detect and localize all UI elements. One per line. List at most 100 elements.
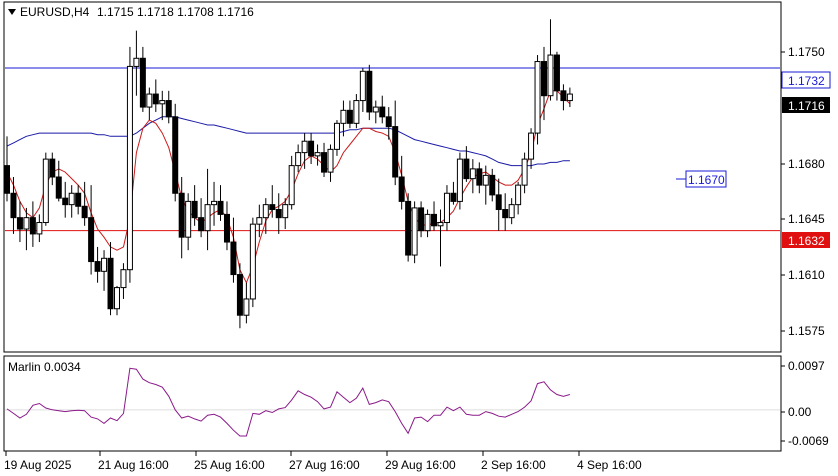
candle-body [379, 106, 386, 118]
candle-body [113, 287, 120, 310]
candle-body [463, 158, 470, 180]
candle-body [262, 204, 269, 219]
indicator-tick: -0.0069 [788, 434, 829, 448]
current-price-label: 1.1716 [788, 99, 825, 113]
blue-level-label: 1.1732 [788, 74, 825, 88]
chart-svg[interactable]: EURUSD,H4 1.1715 1.1718 1.1708 1.1716 Ma… [0, 0, 838, 476]
candle-body [243, 298, 250, 316]
candle-body [191, 200, 198, 219]
ohlc-values: 1.1715 1.1718 1.1708 1.1716 [97, 5, 254, 19]
candle-body [566, 93, 573, 102]
time-tick: 21 Aug 16:00 [98, 458, 169, 472]
candle-body [133, 57, 140, 67]
candle-body [482, 174, 489, 186]
candle-body [541, 61, 548, 97]
time-tick: 2 Sep 16:00 [481, 458, 546, 472]
candle-body [16, 217, 23, 230]
time-tick: 19 Aug 2025 [4, 458, 72, 472]
candle-body [36, 222, 43, 235]
candle-body [372, 106, 379, 113]
marlin-label: Marlin 0.0034 [8, 360, 81, 374]
candle-body [366, 70, 373, 113]
candle-body [301, 140, 308, 154]
candle-body [534, 61, 541, 134]
candle-body [198, 217, 205, 232]
candle-body [230, 241, 237, 276]
candle-body [405, 200, 412, 256]
candle-body [62, 197, 69, 206]
candle-body [528, 132, 535, 160]
candle-body [359, 70, 366, 102]
candle-body [126, 65, 133, 271]
candle-body [107, 257, 114, 310]
candle-body [431, 213, 438, 227]
time-axis: 19 Aug 2025 21 Aug 16:00 25 Aug 16:00 27… [4, 451, 642, 472]
candle-body [476, 168, 483, 186]
candle-body [469, 168, 476, 180]
candle-body [411, 207, 418, 256]
indicator-tick: 0.0097 [788, 359, 825, 373]
candle-body [450, 192, 457, 202]
candle-body [495, 194, 502, 211]
candle-body [49, 158, 56, 178]
candle-body [521, 158, 528, 186]
candle-body [88, 217, 95, 263]
time-tick: 29 Aug 16:00 [385, 458, 456, 472]
symbol-label: EURUSD,H4 [20, 5, 90, 19]
candle-body [327, 148, 334, 173]
candle-body [295, 152, 302, 167]
candle-body [10, 192, 17, 219]
candle-body [418, 207, 425, 232]
candle-body [437, 222, 444, 227]
indicator-axis: 0.0097 0.00 -0.0069 [781, 359, 829, 448]
candle-body [55, 176, 62, 199]
candle-body [282, 204, 289, 219]
red-level-label: 1.1632 [788, 234, 825, 248]
candle-body [398, 176, 405, 202]
candle-body [159, 100, 166, 105]
candle-body [178, 192, 185, 238]
indicator-tick: 0.00 [788, 405, 812, 419]
candle-body [211, 200, 218, 206]
candle-body [223, 213, 230, 243]
candle-body [165, 100, 172, 118]
candle-body [275, 209, 282, 219]
candle-body [185, 200, 192, 238]
candle-body [139, 57, 146, 108]
price-tick: 1.1750 [788, 45, 825, 59]
candle-body [120, 269, 127, 289]
candle-body [308, 140, 315, 157]
candle-body [269, 204, 276, 211]
time-tick: 25 Aug 16:00 [194, 458, 265, 472]
candle-body [288, 165, 295, 206]
price-axis: 1.1750 1.1680 1.1645 1.1610 1.1575 [781, 45, 825, 338]
price-tick: 1.1680 [788, 157, 825, 171]
candle-body [146, 93, 153, 108]
candle-body [353, 100, 360, 124]
candle-body [385, 116, 392, 128]
price-tick: 1.1575 [788, 324, 825, 338]
candle-body [42, 158, 49, 224]
candle-body [547, 54, 554, 97]
time-tick: 4 Sep 16:00 [577, 458, 642, 472]
candle-body [23, 217, 30, 230]
candle-body [204, 204, 211, 232]
indicator-panel-frame [3, 355, 782, 452]
candle-body [236, 274, 243, 316]
candle-body [101, 257, 108, 272]
candle-body [508, 204, 515, 219]
candle-body [489, 174, 496, 196]
candle-body [68, 192, 75, 206]
price-tick: 1.1610 [788, 268, 825, 282]
candle-body [346, 109, 353, 124]
candle-body [29, 217, 36, 235]
candle-body [443, 192, 450, 224]
time-tick: 27 Aug 16:00 [289, 458, 360, 472]
candle-body [217, 200, 224, 215]
candle-body [152, 93, 159, 105]
candle-body [392, 126, 399, 178]
candle-body [321, 152, 328, 173]
candle-body [424, 213, 431, 232]
target-label: 1.1670 [688, 173, 725, 187]
candle-body [4, 165, 10, 194]
